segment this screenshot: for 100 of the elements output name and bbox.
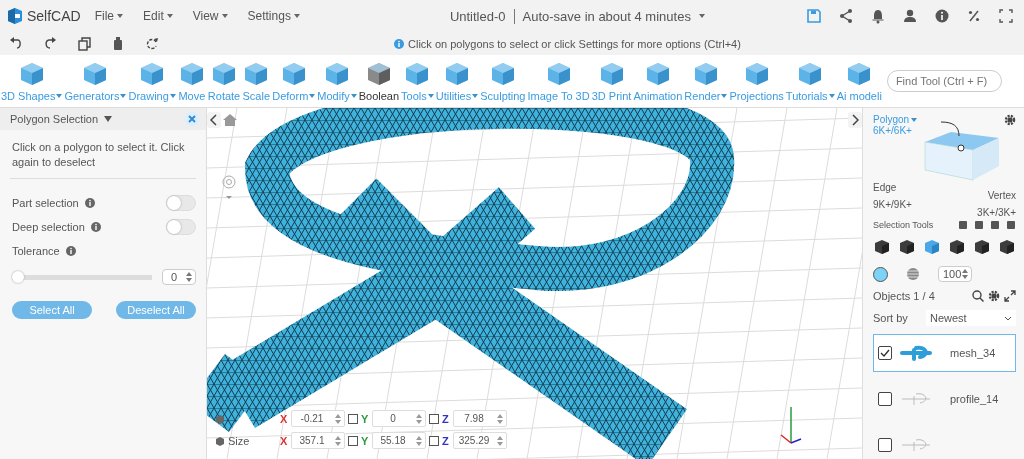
expand-button[interactable] <box>848 112 862 128</box>
menu-item[interactable]: Settings <box>247 9 300 23</box>
axis-label: X <box>280 434 288 447</box>
expand-icon[interactable] <box>1004 290 1016 302</box>
checkbox[interactable] <box>878 346 892 360</box>
info-icon[interactable] <box>90 222 101 232</box>
selection-mode-button[interactable] <box>948 238 966 256</box>
selection-mode-dropdown[interactable]: Polygon <box>873 114 918 125</box>
number-field[interactable]: 7.98 <box>453 410 507 427</box>
option-label: Part selection <box>12 197 79 209</box>
cube-icon <box>874 239 890 255</box>
copy-icon[interactable] <box>76 35 92 52</box>
lock-checkbox[interactable] <box>429 413 439 424</box>
slider-thumb[interactable] <box>12 271 24 283</box>
save-icon[interactable] <box>806 8 822 24</box>
number-field[interactable]: 0 <box>372 410 426 427</box>
collapse-button[interactable] <box>207 112 221 128</box>
tool-button[interactable]: Boolean <box>357 60 401 102</box>
selection-mode-button[interactable] <box>998 238 1016 256</box>
object-row[interactable]: mesh_34 <box>873 334 1016 372</box>
find-tool-field[interactable]: Find Tool (Ctrl + F) <box>886 70 1002 92</box>
user-icon[interactable] <box>902 8 918 24</box>
objects-count: Objects 1 / 4 <box>873 290 935 302</box>
menu-item[interactable]: View <box>192 9 228 23</box>
tool-button[interactable]: Move <box>176 60 207 102</box>
circle-brush-icon[interactable] <box>873 266 888 282</box>
lock-checkbox[interactable] <box>348 435 358 446</box>
tool-button[interactable]: Tutorials <box>784 60 836 102</box>
percent-icon[interactable] <box>966 8 982 24</box>
tool-button[interactable]: Projections <box>728 60 785 102</box>
chevron-left-icon <box>210 114 218 126</box>
info-icon[interactable] <box>934 8 950 24</box>
option-label: Deep selection <box>12 221 85 233</box>
tool-button[interactable]: 3D Print <box>590 60 633 102</box>
lock-checkbox[interactable] <box>429 435 439 446</box>
tool-button[interactable]: Generators <box>63 60 128 102</box>
settings-icon[interactable] <box>988 290 1000 302</box>
checkbox[interactable] <box>878 392 892 406</box>
panel-button[interactable]: Select All <box>12 301 92 319</box>
tool-button[interactable]: Render <box>683 60 729 102</box>
object-row[interactable]: profile_14 <box>873 380 1016 418</box>
share-icon[interactable] <box>838 8 854 24</box>
cube-icon <box>949 239 965 255</box>
number-field[interactable]: -0.21 <box>291 410 345 427</box>
info-icon[interactable] <box>84 198 95 208</box>
number-field[interactable]: 100 <box>938 266 972 282</box>
settings-icon[interactable] <box>1004 114 1016 126</box>
selection-mode-button[interactable] <box>973 238 991 256</box>
tool-button[interactable]: Tools <box>400 60 435 102</box>
redo-icon[interactable] <box>42 35 58 52</box>
number-field[interactable]: 357.1 <box>291 432 345 449</box>
number-field[interactable]: 0 <box>162 269 196 285</box>
tool-button[interactable]: Animation <box>632 60 684 102</box>
edge-label: Edge <box>873 182 898 193</box>
toggle-switch[interactable] <box>166 195 196 211</box>
cube-icon <box>924 239 940 255</box>
tool-button[interactable]: Deform <box>271 60 317 102</box>
sort-dropdown[interactable]: Newest <box>926 310 1016 326</box>
selection-mode-button[interactable] <box>873 238 891 256</box>
spinner-arrows-icon <box>497 413 503 424</box>
fullscreen-icon[interactable] <box>998 8 1014 24</box>
tool-button[interactable]: 3D Shapes <box>0 60 64 102</box>
spinner-arrows-icon <box>962 269 968 279</box>
tool-button[interactable]: Drawing <box>127 60 177 102</box>
object-name: profile_14 <box>950 393 999 405</box>
caret-icon <box>472 94 479 98</box>
cube-icon <box>999 239 1015 255</box>
lock-checkbox[interactable] <box>348 413 358 424</box>
object-thumbnail-icon <box>900 437 932 453</box>
checkbox[interactable] <box>878 438 892 452</box>
chevron-down-icon <box>1004 315 1012 321</box>
search-icon[interactable] <box>972 290 984 302</box>
refresh-icon[interactable] <box>144 35 160 52</box>
tool-button[interactable]: Utilities <box>434 60 480 102</box>
tool-button[interactable]: Image To 3D <box>526 60 591 102</box>
caret-icon <box>56 94 63 98</box>
hint-text: Click on polygons to select or click Settings for more options (Ctrl+4) <box>408 37 741 50</box>
info-icon[interactable] <box>65 246 76 256</box>
selection-mode-button[interactable] <box>898 238 916 256</box>
number-field[interactable]: 325.29 <box>453 432 507 449</box>
tool-button[interactable]: Sculpting <box>479 60 527 102</box>
chevron-right-icon <box>851 114 859 126</box>
close-icon[interactable] <box>184 111 200 127</box>
sphere-brush-icon[interactable] <box>906 267 920 281</box>
undo-icon[interactable] <box>8 35 24 52</box>
tool-button[interactable]: Scale <box>241 60 272 102</box>
count-label: 6K+/6K+ <box>873 125 913 136</box>
autosave-dropdown[interactable]: Auto-save in about 4 minutes <box>522 8 705 24</box>
tool-button[interactable]: Ai modeli <box>835 60 883 102</box>
panel-button[interactable]: Deselect All <box>116 301 196 319</box>
toggle-switch[interactable] <box>166 219 196 235</box>
menu-item[interactable]: Edit <box>143 9 173 23</box>
spinner-arrows-icon <box>186 272 192 282</box>
menu-item[interactable]: File <box>94 9 124 23</box>
cube-icon <box>899 239 915 255</box>
tool-button[interactable]: Modify <box>316 60 358 102</box>
caret-icon[interactable] <box>104 116 113 122</box>
number-field[interactable]: 55.18 <box>372 432 426 449</box>
tool-button[interactable]: Rotate <box>206 60 242 102</box>
bell-icon[interactable] <box>870 8 886 24</box>
